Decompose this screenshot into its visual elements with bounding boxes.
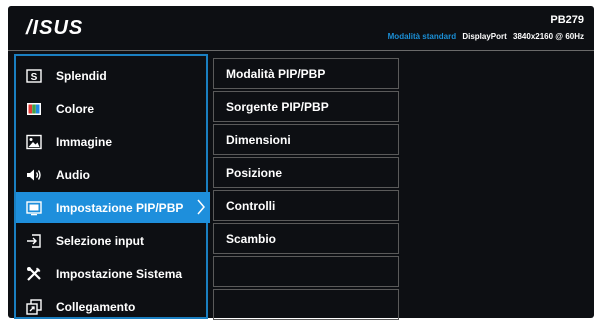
submenu-item[interactable]: Posizione xyxy=(213,157,399,188)
osd-panel: /ISUS PB279 Modalità standard DisplayPor… xyxy=(8,6,594,322)
speaker-icon xyxy=(26,167,42,183)
pip-icon xyxy=(26,200,42,216)
chevron-right-icon xyxy=(196,199,206,215)
input-icon xyxy=(26,233,42,249)
menu-item-label: Impostazione Sistema xyxy=(56,266,183,281)
submenu-item[interactable]: Controlli xyxy=(213,190,399,221)
splendid-icon: S xyxy=(26,68,42,84)
header-divider xyxy=(8,50,594,51)
submenu-item-empty xyxy=(213,289,399,320)
menu-item-impostazione-pip-pbp[interactable]: Impostazione PIP/PBP xyxy=(16,192,210,223)
menu-item-impostazione-sistema[interactable]: Impostazione Sistema xyxy=(18,258,204,289)
wrench-screwdriver-icon xyxy=(26,266,42,282)
submenu-item[interactable]: Dimensioni xyxy=(213,124,399,155)
menu-item-audio[interactable]: Audio xyxy=(18,159,204,190)
image-icon xyxy=(26,134,42,150)
color-icon xyxy=(26,101,42,117)
osd-header: /ISUS PB279 Modalità standard DisplayPor… xyxy=(8,6,594,46)
main-menu: S Splendid Colore Immagine Audio Imposta… xyxy=(14,54,210,322)
submenu: Modalità PIP/PBP Sorgente PIP/PBP Dimens… xyxy=(213,54,399,320)
status-bar: Modalità standard DisplayPort 3840x2160 … xyxy=(388,32,584,41)
menu-item-label: Collegamento xyxy=(56,299,136,314)
mode-label: Modalità standard xyxy=(387,32,457,41)
shortcut-icon xyxy=(26,298,42,315)
menu-item-label: Audio xyxy=(56,167,90,182)
input-label: DisplayPort xyxy=(462,32,507,41)
menu-item-label: Impostazione PIP/PBP xyxy=(56,200,184,215)
menu-item-immagine[interactable]: Immagine xyxy=(18,126,204,157)
submenu-item[interactable]: Modalità PIP/PBP xyxy=(213,58,399,89)
menu-item-splendid[interactable]: S Splendid xyxy=(18,60,204,91)
submenu-item[interactable]: Scambio xyxy=(213,223,399,254)
resolution-label: 3840x2160 @ 60Hz xyxy=(513,32,584,41)
menu-item-colore[interactable]: Colore xyxy=(18,93,204,124)
submenu-item-empty xyxy=(213,256,399,287)
asus-logo: /ISUS xyxy=(26,17,84,39)
menu-item-collegamento[interactable]: Collegamento xyxy=(18,291,204,322)
menu-item-label: Immagine xyxy=(56,134,113,149)
model-name: PB279 xyxy=(550,14,584,26)
menu-item-label: Selezione input xyxy=(56,233,145,248)
svg-text:S: S xyxy=(31,72,38,83)
menu-item-label: Splendid xyxy=(56,68,107,83)
menu-item-selezione-input[interactable]: Selezione input xyxy=(18,225,204,256)
submenu-item[interactable]: Sorgente PIP/PBP xyxy=(213,91,399,122)
menu-item-label: Colore xyxy=(56,101,95,116)
